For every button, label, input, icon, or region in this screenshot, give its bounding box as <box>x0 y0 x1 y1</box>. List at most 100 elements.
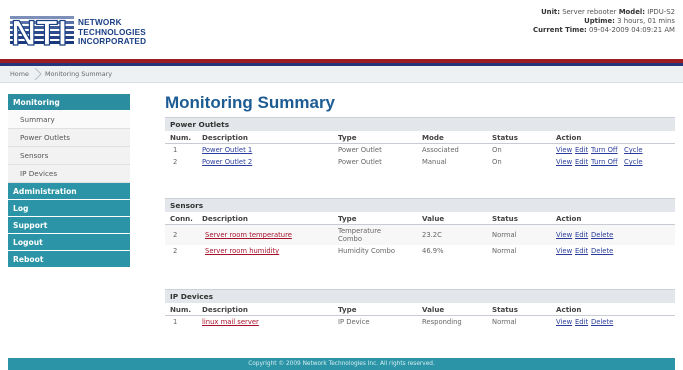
column-header: Type <box>338 214 357 223</box>
column-header: Type <box>338 305 357 314</box>
column-header: Action <box>556 305 582 314</box>
view-link[interactable]: View <box>556 144 572 156</box>
ip-devices-section: IP Devices Num. Description Type Value S… <box>165 289 675 328</box>
table-row: 2 Server room humidity Humidity Combo 46… <box>165 245 675 257</box>
column-header: Value <box>422 214 445 223</box>
unit-info: Unit: Server rebooter Model: IPDU-S2 Upt… <box>533 8 675 34</box>
edit-link[interactable]: Edit <box>575 225 588 245</box>
column-header: Action <box>556 214 582 223</box>
cycle-link[interactable]: Cycle <box>624 156 643 168</box>
delete-link[interactable]: Delete <box>591 225 613 245</box>
row-value: 23.2C <box>422 231 442 239</box>
row-status: On <box>492 158 502 166</box>
view-link[interactable]: View <box>556 245 572 257</box>
column-header: Status <box>492 133 518 142</box>
ip-device-description-link[interactable]: linux mail server <box>202 316 259 328</box>
nav-reboot[interactable]: Reboot <box>8 251 130 268</box>
column-header: Status <box>492 305 518 314</box>
row-num: 2 <box>173 158 178 166</box>
column-header: Value <box>422 305 445 314</box>
row-type: Temperature Combo <box>338 227 382 243</box>
edit-link[interactable]: Edit <box>575 156 588 168</box>
power-outlets-section: Power Outlets Num. Description Type Mode… <box>165 117 675 168</box>
nav-support[interactable]: Support <box>8 217 130 234</box>
delete-link[interactable]: Delete <box>591 316 613 328</box>
header: NTI NETWORK TECHNOLOGIES INCORPORATED Un… <box>0 0 683 58</box>
delete-link[interactable]: Delete <box>591 245 613 257</box>
row-mode: Associated <box>422 146 459 154</box>
table-row: 2 Power Outlet 2 Power Outlet Manual On … <box>165 156 675 168</box>
row-status: Normal <box>492 318 517 326</box>
section-heading: IP Devices <box>165 289 675 303</box>
main-content: Monitoring Summary <box>165 92 675 114</box>
column-header: Status <box>492 214 518 223</box>
column-header: Description <box>202 133 248 142</box>
nav-summary[interactable]: Summary <box>8 111 130 129</box>
row-status: Normal <box>492 247 517 255</box>
nav-power-outlets[interactable]: Power Outlets <box>8 129 130 147</box>
row-num: 1 <box>173 146 178 154</box>
view-link[interactable]: View <box>556 156 572 168</box>
model-value: IPDU-S2 <box>647 8 675 16</box>
nti-logo-mark-icon: NTI <box>10 14 74 48</box>
column-header: Type <box>338 133 357 142</box>
breadcrumb-current: Monitoring Summary <box>45 70 113 78</box>
row-status: On <box>492 146 502 154</box>
uptime-value: 3 hours, 01 mins <box>617 17 675 25</box>
nav-administration[interactable]: Administration <box>8 183 130 200</box>
column-header: Mode <box>422 133 444 142</box>
column-header: Action <box>556 133 582 142</box>
column-header: Num. <box>170 305 192 314</box>
row-type: Humidity Combo <box>338 247 395 255</box>
row-num: 2 <box>173 247 178 255</box>
sensors-section: Sensors Conn. Description Type Value Sta… <box>165 198 675 257</box>
view-link[interactable]: View <box>556 225 572 245</box>
page-title: Monitoring Summary <box>165 93 336 112</box>
breadcrumb: Home Monitoring Summary <box>0 66 683 83</box>
outlet-description-link[interactable]: Power Outlet 2 <box>202 156 252 168</box>
logo-text: NETWORK TECHNOLOGIES INCORPORATED <box>78 18 147 46</box>
sensor-description-link[interactable]: Server room temperature <box>205 225 292 245</box>
column-header: Conn. <box>170 214 193 223</box>
unit-value: Server rebooter <box>562 8 617 16</box>
row-status: Normal <box>492 231 517 239</box>
edit-link[interactable]: Edit <box>575 316 588 328</box>
turn-off-link[interactable]: Turn Off <box>591 156 618 168</box>
section-heading: Power Outlets <box>165 117 675 131</box>
view-link[interactable]: View <box>556 316 572 328</box>
edit-link[interactable]: Edit <box>575 144 588 156</box>
current-time-value: 09-04-2009 04:09:21 AM <box>588 26 675 34</box>
nav-ip-devices[interactable]: IP Devices <box>8 165 130 183</box>
cycle-link[interactable]: Cycle <box>624 144 643 156</box>
row-value: 46.9% <box>422 247 444 255</box>
outlet-description-link[interactable]: Power Outlet 1 <box>202 144 252 156</box>
nav-sensors[interactable]: Sensors <box>8 147 130 165</box>
nti-logo[interactable]: NTI NETWORK TECHNOLOGIES INCORPORATED <box>10 14 150 48</box>
nav-monitoring[interactable]: Monitoring <box>8 94 130 111</box>
row-type: Power Outlet <box>338 146 382 154</box>
nav-log[interactable]: Log <box>8 200 130 217</box>
column-header: Num. <box>170 133 192 142</box>
column-header: Description <box>202 214 248 223</box>
nav-logout[interactable]: Logout <box>8 234 130 251</box>
table-header-row: Conn. Description Type Value Status Acti… <box>165 212 675 225</box>
row-type: Power Outlet <box>338 158 382 166</box>
footer: Copyright © 2009 Network Technologies In… <box>8 358 675 370</box>
edit-link[interactable]: Edit <box>575 245 588 257</box>
row-num: 2 <box>173 231 178 239</box>
table-header-row: Num. Description Type Mode Status Action <box>165 131 675 144</box>
breadcrumb-home[interactable]: Home <box>10 70 29 78</box>
table-row: 1 Power Outlet 1 Power Outlet Associated… <box>165 144 675 156</box>
turn-off-link[interactable]: Turn Off <box>591 144 618 156</box>
sensor-description-link[interactable]: Server room humidity <box>205 245 279 257</box>
row-num: 1 <box>173 318 178 326</box>
svg-text:NTI: NTI <box>11 14 67 48</box>
row-type: IP Device <box>338 318 370 326</box>
table-row: 2 Server room temperature Temperature Com… <box>165 225 675 245</box>
table-header-row: Num. Description Type Value Status Actio… <box>165 303 675 316</box>
table-row: 1 linux mail server IP Device Responding… <box>165 316 675 328</box>
section-heading: Sensors <box>165 198 675 212</box>
column-header: Description <box>202 305 248 314</box>
row-mode: Manual <box>422 158 447 166</box>
row-value: Responding <box>422 318 462 326</box>
